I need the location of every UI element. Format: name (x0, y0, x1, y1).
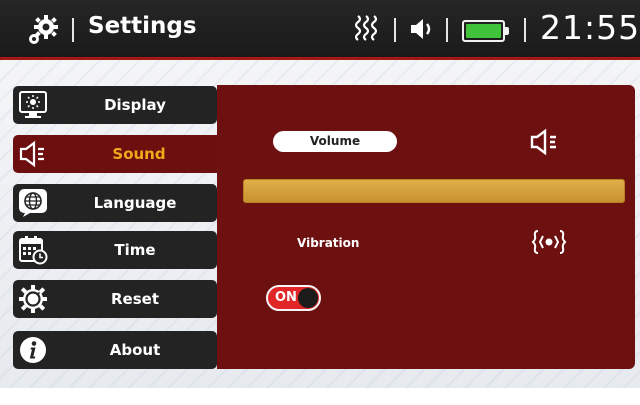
page-title: Settings (88, 13, 197, 39)
sidebar-item-time[interactable]: Time (13, 231, 217, 269)
sidebar-item-label: Reset (111, 290, 159, 308)
sound-settings-panel: Volume Vibration ON (217, 85, 635, 369)
battery-icon (462, 20, 509, 42)
sidebar-item-reset[interactable]: Reset (13, 280, 217, 318)
status-bar: Settings 21:55 (0, 0, 640, 60)
header-separator (72, 18, 74, 42)
sidebar-item-label: About (109, 341, 161, 359)
toggle-state-label: ON (275, 290, 297, 305)
header-separator (524, 18, 526, 42)
sidebar-item-language[interactable]: Language (13, 184, 217, 222)
sidebar-item-display[interactable]: Display (13, 86, 217, 124)
speaker-icon (411, 19, 431, 39)
sidebar-item-sound[interactable]: Sound (13, 135, 225, 173)
vibration-toggle[interactable]: ON (266, 285, 321, 311)
display-icon (19, 91, 47, 118)
clock: 21:55 (540, 8, 640, 47)
sidebar-item-label: Sound (112, 145, 166, 163)
volume-slider[interactable] (243, 179, 625, 203)
sidebar-item-label: Time (114, 241, 156, 259)
header-separator (394, 18, 396, 42)
info-icon (20, 337, 46, 363)
battery-nub (505, 27, 509, 35)
sidebar-item-label: Language (93, 194, 177, 212)
calendar-clock-icon (19, 236, 48, 265)
settings-gear-icon[interactable] (26, 14, 60, 46)
vibration-icon (355, 15, 377, 41)
reset-icon (19, 285, 47, 313)
vibration-icon (531, 230, 567, 254)
toggle-knob (298, 288, 318, 308)
sound-icon (19, 140, 44, 168)
volume-label: Volume (273, 131, 397, 152)
sidebar-item-about[interactable]: About (13, 331, 217, 369)
vibration-label: Vibration (297, 236, 360, 250)
volume-icon (530, 128, 556, 156)
header-separator (446, 18, 448, 42)
sidebar-item-label: Display (104, 96, 166, 114)
battery-level (466, 24, 501, 38)
bottom-strip (0, 388, 640, 405)
globe-icon (19, 189, 47, 217)
